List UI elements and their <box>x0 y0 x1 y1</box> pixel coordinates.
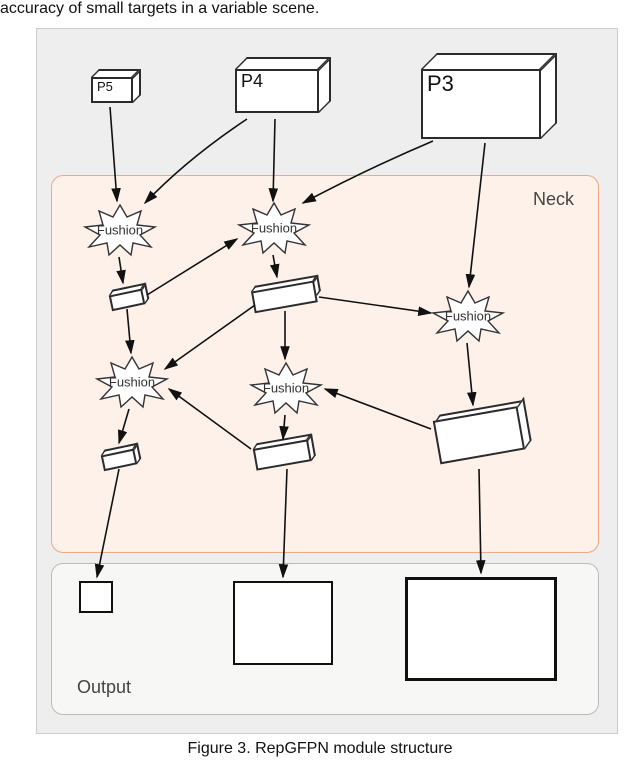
fusion-node-r1-left: Fushion <box>85 205 155 255</box>
input-p3-label: P3 <box>427 71 454 97</box>
input-p5-label: P5 <box>97 79 113 94</box>
fusion-node-r1-mid: Fushion <box>239 203 309 253</box>
output-label: Output <box>77 677 131 698</box>
input-p4-label: P4 <box>241 71 263 92</box>
fusion-node-r2-mid: Fushion <box>251 363 321 413</box>
fusion-node-r2-left: Fushion <box>97 357 167 407</box>
figure-caption: Figure 3. RepGFPN module structure <box>0 740 640 758</box>
output-box-large <box>405 577 557 681</box>
fusion-label: Fushion <box>109 375 155 390</box>
diagram-page: accuracy of small targets in a variable … <box>0 0 640 769</box>
fusion-label: Fushion <box>97 223 143 238</box>
output-box-small <box>79 581 113 613</box>
input-p3: P3 <box>421 53 541 123</box>
cropped-text-line: accuracy of small targets in a variable … <box>0 0 319 18</box>
fusion-node-right: Fushion <box>433 291 503 341</box>
input-p5: P5 <box>91 69 133 95</box>
fusion-label: Fushion <box>445 309 491 324</box>
fusion-label: Fushion <box>263 381 309 396</box>
fusion-label: Fushion <box>251 221 297 236</box>
input-p4: P4 <box>235 57 319 101</box>
output-box-medium <box>233 581 333 665</box>
neck-label: Neck <box>533 189 574 210</box>
diagram-canvas: Neck Output P5 P4 P3 Fushion Fushion <box>36 28 618 734</box>
